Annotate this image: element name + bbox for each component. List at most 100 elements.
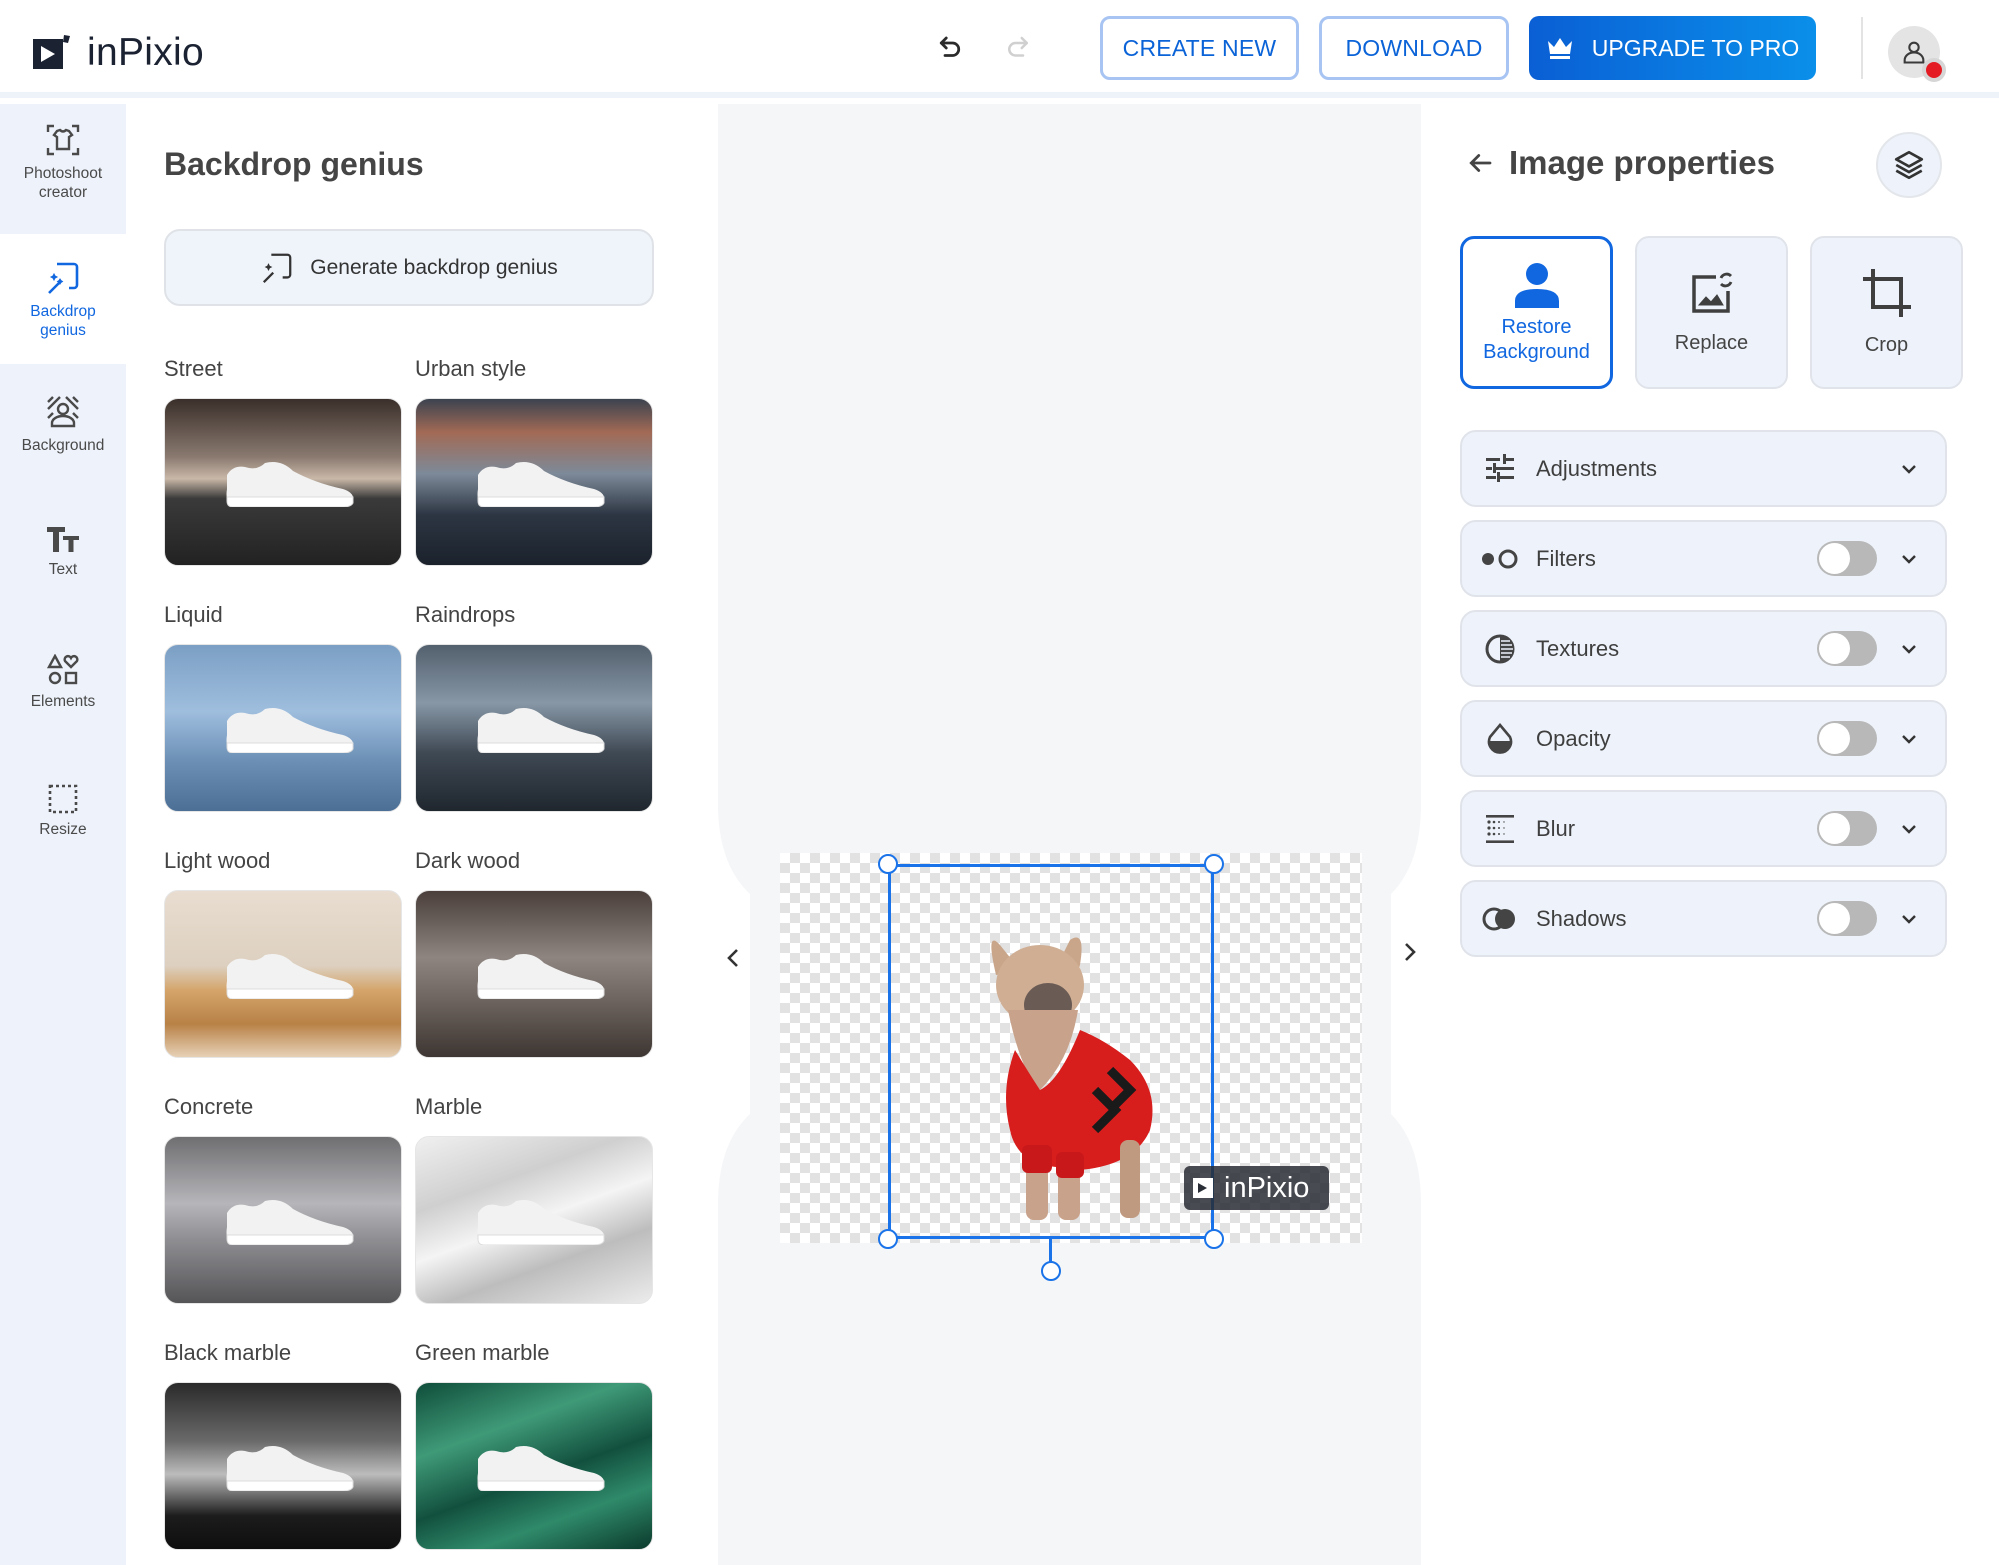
property-label: Shadows — [1536, 905, 1627, 931]
backdrop-tile[interactable]: Street — [164, 356, 402, 566]
filters-toggle[interactable] — [1817, 541, 1877, 576]
backdrop-thumbnail[interactable] — [415, 644, 653, 812]
back-arrow-icon[interactable] — [1465, 148, 1495, 178]
image-properties-panel: Image properties Restore Background Repl… — [1421, 104, 1999, 1565]
shoe-product-image — [477, 1200, 605, 1245]
shapes-icon — [47, 654, 79, 685]
restore-background-button[interactable]: Restore Background — [1460, 236, 1613, 389]
property-row-filters[interactable]: Filters — [1460, 520, 1947, 597]
chevron-down-icon[interactable] — [1899, 459, 1919, 479]
property-row-adjustments[interactable]: Adjustments — [1460, 430, 1947, 507]
backdrop-thumbnail[interactable] — [164, 1136, 402, 1304]
property-row-textures[interactable]: Textures — [1460, 610, 1947, 687]
crown-icon — [1547, 38, 1572, 59]
resize-handle-bottom-right[interactable] — [1204, 1229, 1224, 1249]
collapse-left-panel-button[interactable] — [718, 938, 748, 978]
left-panel-edge — [718, 104, 750, 1565]
backdrop-genius-panel: Backdrop genius Generate backdrop genius… — [126, 104, 718, 1565]
layers-button[interactable] — [1876, 132, 1942, 198]
sliders-icon — [1480, 449, 1520, 489]
redo-button[interactable] — [1000, 30, 1036, 66]
property-row-blur[interactable]: Blur — [1460, 790, 1947, 867]
backdrop-tile-label: Green marble — [415, 1340, 550, 1365]
left-sidebar: Photoshoot creator Backdrop genius Backgro… — [0, 104, 126, 1565]
backdrop-tile[interactable]: Liquid — [164, 602, 402, 812]
watermark: inPixio — [1184, 1166, 1329, 1210]
backdrop-thumbnail[interactable] — [164, 398, 402, 566]
sidebar-item-elements[interactable]: Elements — [0, 654, 126, 754]
property-row-shadows[interactable]: Shadows — [1460, 880, 1947, 957]
layers-icon — [1894, 150, 1924, 180]
backdrop-thumbnail[interactable] — [164, 644, 402, 812]
sidebar-item-backdrop-genius[interactable]: Backdrop genius — [0, 234, 126, 364]
crop-icon — [1862, 269, 1911, 317]
backdrop-thumbnail[interactable] — [415, 398, 653, 566]
upgrade-label: UPGRADE TO PRO — [1591, 34, 1800, 61]
property-label: Opacity — [1536, 725, 1611, 751]
shadows-toggle[interactable] — [1817, 901, 1877, 936]
app-name: inPixio — [87, 31, 204, 74]
selection-box[interactable] — [888, 864, 1214, 1239]
canvas-area[interactable] — [718, 104, 1421, 1565]
backdrop-tile[interactable]: Concrete — [164, 1094, 402, 1304]
upgrade-to-pro-button[interactable]: UPGRADE TO PRO — [1529, 16, 1816, 80]
chevron-down-icon[interactable] — [1899, 909, 1919, 929]
backdrop-tile-label: Concrete — [164, 1094, 254, 1119]
property-row-opacity[interactable]: Opacity — [1460, 700, 1947, 777]
backdrop-tile[interactable]: Green marble — [415, 1340, 653, 1550]
property-label: Adjustments — [1536, 455, 1658, 481]
backdrop-thumbnail[interactable] — [415, 1136, 653, 1304]
chevron-down-icon[interactable] — [1899, 639, 1919, 659]
backdrop-tile-label: Liquid — [164, 602, 223, 627]
sidebar-item-background[interactable]: Background — [0, 394, 126, 504]
backdrop-thumbnail[interactable] — [415, 890, 653, 1058]
shoe-product-image — [226, 462, 354, 507]
generate-backdrop-button[interactable]: Generate backdrop genius — [164, 229, 654, 306]
backdrop-tile-label: Raindrops — [415, 602, 516, 627]
replace-button[interactable]: Replace — [1635, 236, 1788, 389]
chevron-down-icon[interactable] — [1899, 819, 1919, 839]
backdrop-tile[interactable]: Dark wood — [415, 848, 653, 1058]
backdrop-tile[interactable]: Marble — [415, 1094, 653, 1304]
backdrop-thumbnail[interactable] — [164, 890, 402, 1058]
sidebar-item-resize[interactable]: Resize — [0, 784, 126, 884]
sidebar-item-photoshoot-creator[interactable]: Photoshoot creator — [0, 122, 126, 234]
image-replace-icon — [1691, 272, 1732, 313]
chevron-down-icon[interactable] — [1899, 729, 1919, 749]
backdrop-tile[interactable]: Raindrops — [415, 602, 653, 812]
resize-handle-bottom-left[interactable] — [878, 1229, 898, 1249]
generate-backdrop-label: Generate backdrop genius — [310, 255, 558, 279]
rotate-handle[interactable] — [1041, 1261, 1061, 1281]
property-label: Blur — [1536, 815, 1576, 841]
blur-toggle[interactable] — [1817, 811, 1877, 846]
backdrop-tile[interactable]: Light wood — [164, 848, 402, 1058]
sidebar-item-text[interactable]: Text — [0, 524, 126, 624]
backdrop-tile[interactable]: Black marble — [164, 1340, 402, 1550]
opacity-toggle[interactable] — [1817, 721, 1877, 756]
backdrop-thumbnail[interactable] — [164, 1382, 402, 1550]
backdrop-tile-label: Light wood — [164, 848, 271, 873]
app-logo[interactable]: inPixio — [33, 31, 204, 75]
undo-button[interactable] — [932, 30, 968, 66]
resize-handle-top-left[interactable] — [878, 854, 898, 874]
download-button[interactable]: DOWNLOAD — [1319, 16, 1509, 80]
backdrop-tile-label: Marble — [415, 1094, 483, 1119]
backdrop-tile[interactable]: Urban style — [415, 356, 653, 566]
user-avatar-button[interactable] — [1888, 26, 1946, 82]
header-divider — [1861, 17, 1863, 79]
toggle-knob — [1819, 633, 1850, 664]
texture-icon — [1480, 629, 1520, 669]
inpixio-logo-icon — [1193, 1178, 1213, 1198]
magic-wand-frame-icon — [48, 262, 79, 294]
create-new-button[interactable]: CREATE NEW — [1100, 16, 1299, 80]
resize-handle-top-right[interactable] — [1204, 854, 1224, 874]
magic-wand-frame-icon — [263, 253, 292, 283]
chevron-right-icon — [1405, 943, 1416, 961]
blur-icon — [1480, 809, 1520, 849]
backdrop-thumbnail[interactable] — [415, 1382, 653, 1550]
chevron-down-icon[interactable] — [1899, 549, 1919, 569]
undo-icon — [939, 36, 961, 57]
chevron-left-icon — [727, 949, 738, 967]
textures-toggle[interactable] — [1817, 631, 1877, 666]
crop-button[interactable]: Crop — [1810, 236, 1963, 389]
